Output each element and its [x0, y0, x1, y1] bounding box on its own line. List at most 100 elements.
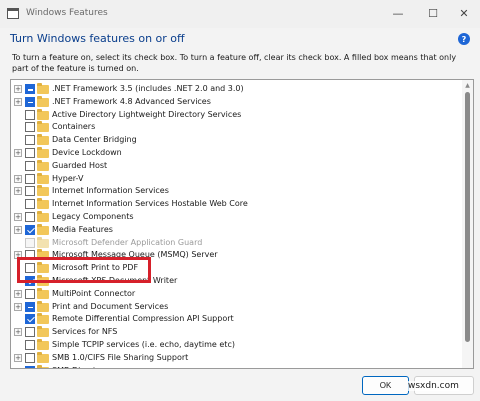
minimize-button[interactable]: —: [385, 4, 411, 22]
feature-label: Simple TCPIP services (i.e. echo, daytim…: [52, 340, 235, 349]
folder-icon: [37, 326, 49, 338]
folder-icon: [37, 134, 49, 146]
feature-label: Data Center Bridging: [52, 135, 137, 145]
feature-checkbox[interactable]: [25, 301, 35, 312]
feature-row[interactable]: + .NET Framework 4.8 Advanced Services: [11, 95, 461, 109]
feature-checkbox[interactable]: [25, 365, 35, 368]
feature-checkbox[interactable]: [25, 186, 35, 197]
feature-checkbox[interactable]: [25, 96, 35, 107]
feature-checkbox[interactable]: [25, 314, 35, 325]
feature-label: Microsoft Defender Application Guard: [52, 237, 203, 247]
features-tree: + .NET Framework 3.5 (includes .NET 2.0 a…: [10, 79, 474, 369]
title-bar: Windows Features — ☐ ✕: [0, 0, 480, 28]
feature-checkbox[interactable]: [25, 327, 35, 338]
expand-icon[interactable]: +: [14, 225, 22, 234]
feature-row[interactable]: + Internet Information Services: [11, 185, 461, 198]
feature-label: Internet Information Services Hostable W…: [52, 199, 248, 209]
feature-row[interactable]: + .NET Framework 3.5 (includes .NET 2.0 a…: [11, 83, 461, 96]
feature-label: Internet Information Services: [52, 186, 169, 196]
feature-checkbox[interactable]: [25, 173, 35, 184]
folder-icon: [37, 159, 49, 171]
feature-row[interactable]: Guarded Host: [11, 159, 461, 173]
feature-checkbox[interactable]: [25, 352, 35, 363]
expand-icon[interactable]: +: [14, 97, 22, 106]
feature-checkbox[interactable]: [25, 340, 35, 350]
feature-label: .NET Framework 4.8 Advanced Services: [52, 96, 211, 106]
feature-checkbox[interactable]: [25, 212, 35, 222]
expand-icon[interactable]: +: [14, 213, 22, 221]
feature-label: SMB 1.0/CIFS File Sharing Support: [52, 352, 189, 362]
feature-checkbox[interactable]: [25, 122, 35, 133]
feature-label: MultiPoint Connector: [52, 288, 136, 298]
feature-row[interactable]: + SMB 1.0/CIFS File Sharing Support: [11, 351, 461, 365]
watermark: wsxdn.com: [408, 381, 459, 391]
maximize-button[interactable]: ☐: [420, 4, 446, 22]
feature-row[interactable]: + Legacy Components: [11, 211, 461, 224]
folder-icon: [37, 211, 49, 222]
folder-icon: [37, 172, 49, 184]
folder-icon: [37, 223, 49, 235]
feature-label: Hyper-V: [52, 173, 84, 183]
folder-icon: [37, 236, 49, 248]
feature-row[interactable]: Microsoft Defender Application Guard: [11, 236, 461, 250]
feature-label: Guarded Host: [52, 160, 108, 170]
feature-label: SMB Direct: [52, 366, 96, 368]
help-icon[interactable]: ?: [458, 33, 470, 45]
expand-icon[interactable]: +: [14, 328, 22, 337]
folder-icon: [37, 364, 49, 368]
feature-row[interactable]: Containers: [11, 121, 461, 134]
expand-icon[interactable]: +: [14, 85, 22, 93]
expand-icon[interactable]: +: [14, 302, 22, 311]
feature-row[interactable]: Data Center Bridging: [11, 134, 461, 147]
folder-icon: [37, 147, 49, 158]
feature-label: Print and Document Services: [52, 301, 169, 311]
feature-checkbox[interactable]: [25, 288, 35, 299]
feature-checkbox[interactable]: [25, 148, 35, 158]
feature-row[interactable]: Internet Information Services Hostable W…: [11, 198, 461, 211]
expand-icon[interactable]: +: [14, 187, 22, 196]
feature-row[interactable]: Simple TCPIP services (i.e. echo, daytim…: [11, 339, 461, 352]
expand-icon[interactable]: +: [14, 289, 22, 298]
folder-icon: [37, 185, 49, 197]
folder-icon: [37, 339, 49, 350]
feature-label: .NET Framework 3.5 (includes .NET 2.0 an…: [52, 84, 244, 93]
feature-checkbox[interactable]: [25, 109, 35, 120]
feature-row[interactable]: + Services for NFS: [11, 326, 461, 339]
feature-checkbox[interactable]: [25, 135, 35, 146]
feature-checkbox[interactable]: [25, 224, 35, 235]
ok-button[interactable]: OK: [362, 376, 409, 395]
feature-row[interactable]: + Device Lockdown: [11, 147, 461, 160]
folder-icon: [37, 313, 49, 325]
feature-row[interactable]: + Hyper-V: [11, 172, 461, 186]
feature-row[interactable]: + Media Features: [11, 223, 461, 237]
scroll-up-icon[interactable]: ▲: [462, 80, 473, 91]
folder-icon: [37, 95, 49, 107]
feature-row[interactable]: SMB Direct: [11, 364, 461, 368]
expand-icon[interactable]: +: [14, 174, 22, 183]
feature-label: Active Directory Lightweight Directory S…: [52, 109, 242, 119]
expand-icon[interactable]: +: [14, 353, 22, 362]
expand-icon[interactable]: +: [14, 149, 22, 157]
tree-scrollbar[interactable]: ▲: [462, 80, 473, 368]
folder-icon: [37, 121, 49, 133]
feature-checkbox[interactable]: [25, 84, 35, 94]
folder-icon: [37, 198, 49, 210]
feature-row[interactable]: Remote Differential Compression API Supp…: [11, 313, 461, 326]
feature-checkbox[interactable]: [25, 199, 35, 210]
feature-row[interactable]: Active Directory Lightweight Directory S…: [11, 108, 461, 122]
feature-checkbox: [25, 237, 35, 248]
feature-label: Media Features: [52, 224, 113, 234]
windows-features-app-icon: [7, 8, 19, 19]
close-button[interactable]: ✕: [451, 4, 477, 22]
dialog-heading: Turn Windows features on or off: [10, 32, 185, 45]
feature-row[interactable]: + MultiPoint Connector: [11, 287, 461, 301]
feature-label: Legacy Components: [52, 212, 134, 221]
highlight-annotation: [17, 257, 151, 283]
window-title: Windows Features: [26, 8, 108, 18]
folder-icon: [37, 351, 49, 363]
dialog-description: To turn a feature on, select its check b…: [12, 53, 457, 73]
scroll-thumb[interactable]: [465, 92, 470, 342]
feature-row[interactable]: + Print and Document Services: [11, 300, 461, 314]
folder-icon: [37, 287, 49, 299]
feature-checkbox[interactable]: [25, 160, 35, 171]
